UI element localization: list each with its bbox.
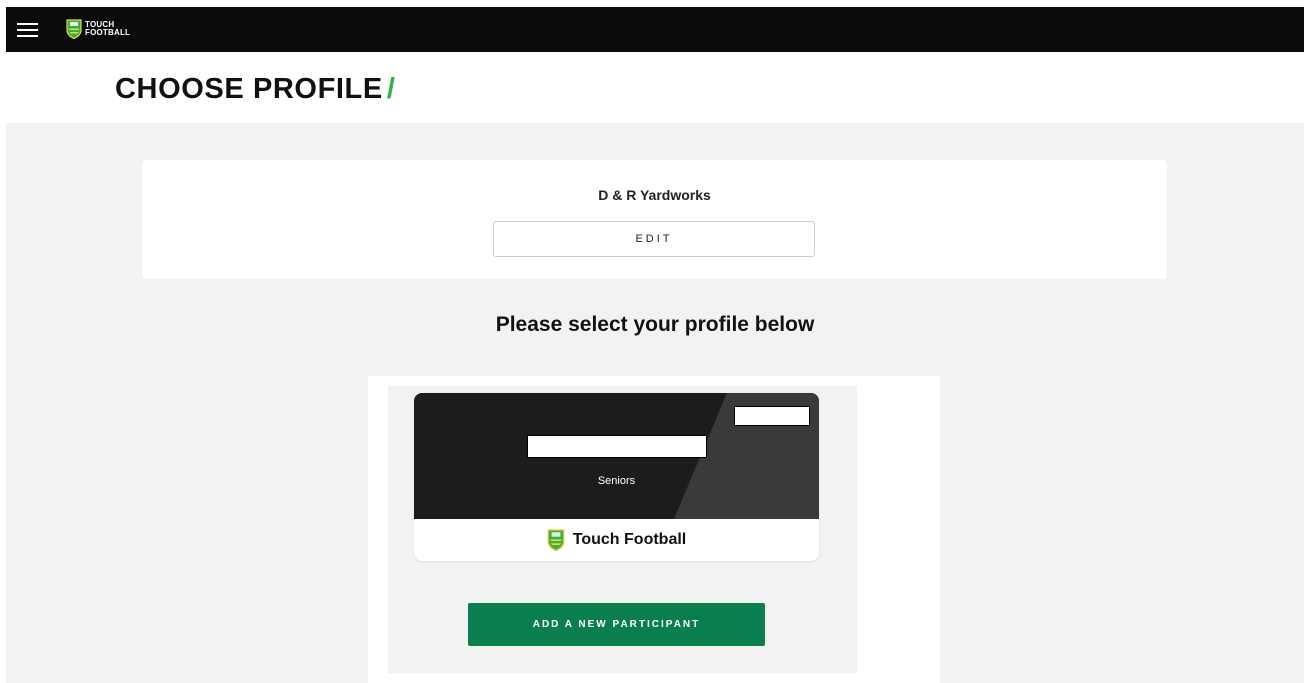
touch-football-shield-icon [66,19,82,39]
add-participant-button[interactable]: ADD A NEW PARTICIPANT [468,603,765,646]
main-content: D & R Yardworks EDIT Please select your … [6,123,1304,683]
top-navbar: TOUCH FOOTBALL [6,7,1304,52]
profile-card-footer: Touch Football [414,519,819,561]
profile-sport-name: Touch Football [572,531,687,548]
edit-button[interactable]: EDIT [493,221,815,257]
profile-card-header: Seniors [414,393,819,519]
team-name: D & R Yardworks [598,187,711,203]
profiles-list: Seniors Touch Football ADD A NEW PARTICI… [388,386,857,673]
page: TOUCH FOOTBALL CHOOSE PROFILE / D & R Yar… [0,0,1304,683]
page-title-text: CHOOSE PROFILE [115,73,383,105]
touch-football-logo[interactable]: TOUCH FOOTBALL [66,16,130,42]
profile-card[interactable]: Seniors Touch Football [414,393,819,561]
touch-football-shield-icon [547,529,565,551]
team-card: D & R Yardworks EDIT [142,160,1167,279]
page-title: CHOOSE PROFILE / [115,71,396,107]
profiles-panel: Seniors Touch Football ADD A NEW PARTICI… [368,376,940,683]
logo-text: TOUCH FOOTBALL [85,21,130,37]
redacted-participant-name [527,435,707,458]
select-profile-heading: Please select your profile below [495,313,815,336]
profile-category: Seniors [597,475,636,487]
logo-line-2: FOOTBALL [85,28,131,37]
page-header: CHOOSE PROFILE / [0,52,1304,123]
title-accent-slash: / [386,73,396,105]
redacted-field [734,406,810,426]
hamburger-menu-icon[interactable] [17,23,38,37]
